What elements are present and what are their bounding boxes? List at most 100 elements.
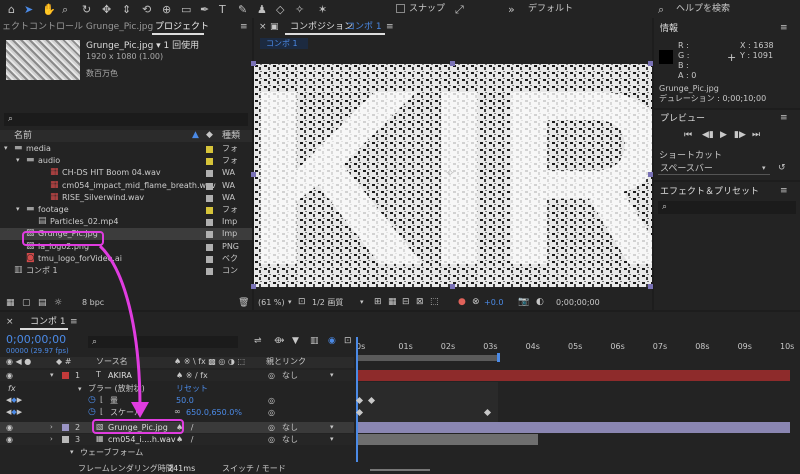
project-item[interactable]: ▥ コンポ 1 コン	[0, 265, 252, 277]
layer-3-bar[interactable]	[358, 434, 538, 445]
expand-arrow-icon[interactable]: ▾	[16, 206, 20, 213]
effects-search[interactable]	[658, 201, 796, 214]
comp-timecode[interactable]: 0;00;00;00	[556, 299, 600, 307]
layer-parent[interactable]: なし	[282, 372, 298, 380]
comp-tab-name[interactable]: コンポ 1	[346, 23, 382, 32]
type-tool-icon[interactable]: T	[219, 3, 226, 16]
draft-3d-icon[interactable]: ⟴	[274, 337, 284, 346]
layer-switches[interactable]: ♠ /	[176, 436, 194, 444]
region-icon[interactable]: ⊞	[374, 298, 382, 307]
label-color-swatch[interactable]	[206, 194, 213, 202]
expand-arrow-icon[interactable]: ▾	[16, 157, 20, 164]
last-frame-icon[interactable]: ⏭	[752, 131, 760, 140]
new-folder-icon[interactable]: ▢	[22, 299, 31, 308]
effects-menu-icon[interactable]: ≡	[780, 187, 788, 196]
new-comp-icon[interactable]: ▤	[38, 299, 47, 308]
expand-arrow-icon[interactable]: ▾	[4, 145, 8, 152]
col-type-header[interactable]: 種類	[222, 132, 240, 141]
panel-menu-icon[interactable]: ≡	[240, 23, 248, 32]
selection-tool-icon[interactable]: ➤	[24, 3, 33, 16]
shortcut-reset-icon[interactable]: ↺	[778, 164, 786, 173]
transform-handle-br[interactable]	[648, 284, 653, 289]
waveform-expand-icon[interactable]: ▾	[70, 449, 74, 456]
label-color-swatch[interactable]	[206, 219, 213, 227]
pan-camera-icon[interactable]: ✥	[102, 3, 111, 16]
preview-menu-icon[interactable]: ≡	[780, 114, 788, 123]
brush-tool-icon[interactable]: ✎	[238, 3, 247, 16]
timeline-time[interactable]: 0;00;00;00	[6, 334, 66, 345]
snap-options-icon[interactable]: ⤢	[455, 3, 464, 17]
exposure-value[interactable]: +0.0	[484, 299, 503, 307]
transform-handle-tl[interactable]	[251, 61, 256, 66]
effect-expand-icon[interactable]: ▾	[78, 386, 82, 393]
timeline-menu-icon[interactable]: ≡	[70, 318, 78, 327]
project-tab[interactable]: プロジェクト	[155, 23, 209, 32]
search-help-icon[interactable]: ⌕	[658, 3, 664, 17]
layer-2-bar[interactable]	[358, 422, 790, 433]
workspace-default[interactable]: デフォルト	[528, 5, 573, 14]
fit-icon[interactable]: ⊡	[298, 298, 306, 307]
orbit-camera-icon[interactable]: ↻	[82, 3, 91, 16]
zoom-tool-icon[interactable]: ⌕	[62, 3, 68, 17]
transform-handle-ml[interactable]	[251, 172, 256, 177]
label-color-swatch[interactable]	[206, 158, 213, 166]
transform-handle-bl[interactable]	[251, 284, 256, 289]
layer-color-swatch[interactable]	[62, 372, 69, 379]
anchor-tool-icon[interactable]: ⊕	[162, 3, 171, 16]
work-area-end-marker[interactable]	[497, 353, 500, 362]
expand-arrow-icon[interactable]: ›	[50, 424, 53, 431]
parent-pickwhip-icon[interactable]: ◎	[268, 424, 275, 432]
effect-controls-tab[interactable]: ェクトコントロール Grunge_Pic.jpg	[2, 23, 153, 32]
3d-icon[interactable]: ⬚	[430, 298, 439, 307]
switch-mode-toggle[interactable]: スイッチ / モード	[222, 465, 286, 473]
roto-brush-icon[interactable]: ✧	[295, 3, 304, 16]
show-snapshot-icon[interactable]: ◐	[536, 298, 544, 307]
label-color-swatch[interactable]	[206, 207, 213, 214]
project-item[interactable]: ◙ tmu_logo_forVideo.ai ベク	[0, 253, 252, 265]
comp-tab-label[interactable]: コンポジション	[290, 23, 353, 32]
close-icon[interactable]: ×	[259, 23, 267, 32]
snap-checkbox[interactable]	[396, 4, 405, 13]
project-item[interactable]: ▦ CH-DS HIT Boom 04.wav WA	[0, 167, 252, 179]
shy-icon[interactable]: ▼	[292, 337, 299, 346]
visibility-icon[interactable]: ◉	[6, 424, 13, 432]
visibility-icon[interactable]: ◉	[6, 372, 13, 380]
pen-tool-icon[interactable]: ✒	[200, 3, 209, 16]
visibility-icon[interactable]: ◉	[6, 436, 13, 444]
col-parent-header[interactable]: 親とリンク	[266, 358, 306, 366]
project-item[interactable]: ▾ ▬ footage フォ	[0, 204, 252, 216]
trash-icon[interactable]: 🗑	[238, 299, 249, 308]
comp-viewer[interactable]: KIR ✧	[254, 64, 652, 287]
hand-tool-icon[interactable]: ✋	[42, 3, 56, 16]
zoom-dropdown[interactable]: (61 %)	[258, 299, 285, 307]
frame-blend-icon[interactable]: ▥	[310, 337, 319, 346]
waveform-label[interactable]: ウェーブフォーム	[80, 449, 143, 457]
shape-tool-icon[interactable]: ▭	[181, 3, 191, 16]
first-frame-icon[interactable]: ⏮	[684, 131, 692, 140]
expand-arrow-icon[interactable]: ›	[50, 436, 53, 443]
label-color-swatch[interactable]	[206, 182, 213, 190]
workspace-menu-icon[interactable]: »	[508, 3, 515, 16]
quality-dropdown[interactable]: 1/2 画質	[312, 299, 343, 307]
help-search-input[interactable]: ヘルプを検索	[676, 5, 730, 14]
transform-handle-tm[interactable]	[450, 61, 455, 66]
label-color-swatch[interactable]	[206, 268, 213, 275]
layer-name[interactable]: cm054_i....h.wav	[108, 436, 176, 444]
project-item[interactable]: ▾ ▬ audio フォ	[0, 155, 252, 167]
rotate-tool-icon[interactable]: ⟲	[142, 3, 151, 16]
next-frame-icon[interactable]: ▮▶	[734, 131, 746, 140]
scale-value[interactable]: 650.0,650.0%	[186, 409, 242, 417]
label-color-swatch[interactable]	[206, 231, 213, 239]
stopwatch-icon[interactable]: ◷	[88, 408, 96, 417]
expression-icon[interactable]: ◎	[268, 397, 275, 405]
layer-name[interactable]: AKIRA	[108, 372, 132, 380]
layer-color-swatch[interactable]	[62, 424, 69, 431]
transform-handle-bm[interactable]	[450, 284, 455, 289]
comp-panel-menu-icon[interactable]: ≡	[386, 23, 394, 32]
snapshot-icon[interactable]: 📷	[518, 298, 529, 307]
layer-switches[interactable]: ♠ ※ / fx	[176, 372, 208, 380]
mask-icon[interactable]: ⊟	[402, 298, 410, 307]
effect-reset[interactable]: リセット	[176, 385, 208, 393]
col-source-header[interactable]: ソース名	[96, 358, 128, 366]
layer-color-swatch[interactable]	[62, 436, 69, 443]
